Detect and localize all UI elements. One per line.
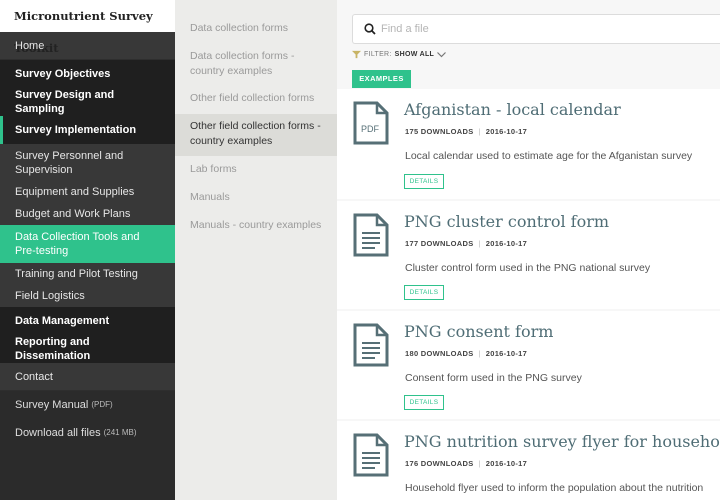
nav-sub-budget[interactable]: Budget and Work Plans xyxy=(0,203,175,225)
nav-survey-design[interactable]: Survey Design and Sampling xyxy=(0,88,175,116)
file-meta: 175 DOWNLOADS | 2016-10-17 xyxy=(405,127,528,136)
nav-reporting[interactable]: Reporting and Dissemination xyxy=(0,335,175,363)
download-all-label: Download all files xyxy=(15,427,101,439)
download-count: 177 DOWNLOADS xyxy=(405,239,474,248)
document-icon xyxy=(353,213,389,257)
file-title[interactable]: PNG nutrition survey flyer for household… xyxy=(404,432,720,451)
nav-sub-training[interactable]: Training and Pilot Testing xyxy=(0,263,175,285)
file-meta: 177 DOWNLOADS | 2016-10-17 xyxy=(405,239,528,248)
category-lab-forms[interactable]: Lab forms xyxy=(175,156,337,184)
category-nav: Data collection forms Data collection fo… xyxy=(175,0,337,500)
nav-sub-data-collection[interactable]: Data Collection Tools and Pre-testing xyxy=(0,225,175,263)
main-nav: Micronutrient Survey Toolkit Home Survey… xyxy=(0,0,175,500)
nav-sub-personnel[interactable]: Survey Personnel and Supervision xyxy=(0,144,175,181)
nav-survey-manual[interactable]: Survey Manual (PDF) xyxy=(0,391,175,419)
category-data-collection-forms[interactable]: Data collection forms xyxy=(175,16,337,44)
search-box[interactable]: Find a file xyxy=(352,14,720,44)
nav-survey-objectives[interactable]: Survey Objectives xyxy=(0,60,175,88)
filter-value: SHOW ALL xyxy=(394,51,435,58)
category-other-field-country[interactable]: Other field collection forms - country e… xyxy=(175,114,337,156)
survey-manual-label: Survey Manual xyxy=(15,399,89,411)
examples-tag: EXAMPLES xyxy=(352,70,411,88)
file-title[interactable]: PNG cluster control form xyxy=(404,212,609,231)
filter-label: FILTER: xyxy=(364,51,392,58)
details-button[interactable]: DETAILS xyxy=(404,174,444,189)
details-button[interactable]: DETAILS xyxy=(404,285,444,300)
filter-dropdown[interactable]: FILTER: SHOW ALL xyxy=(352,50,447,59)
download-count: 175 DOWNLOADS xyxy=(405,127,474,136)
search-placeholder: Find a file xyxy=(381,23,429,35)
funnel-icon xyxy=(352,50,361,59)
nav-survey-implementation[interactable]: Survey Implementation xyxy=(0,116,175,144)
download-all-note: (241 MB) xyxy=(103,428,137,437)
file-list-panel: Find a file FILTER: SHOW ALL EXAMPLES PD… xyxy=(337,0,720,500)
download-count: 180 DOWNLOADS xyxy=(405,349,474,358)
file-description: Consent form used in the PNG survey xyxy=(405,372,582,384)
nav-download-all[interactable]: Download all files (241 MB) xyxy=(0,419,175,447)
svg-text:PDF: PDF xyxy=(361,124,380,134)
category-data-collection-country[interactable]: Data collection forms - country examples xyxy=(175,44,337,86)
file-date: 2016-10-17 xyxy=(485,127,528,136)
file-meta: 180 DOWNLOADS | 2016-10-17 xyxy=(405,349,528,358)
document-icon xyxy=(353,433,389,477)
category-manuals-country[interactable]: Manuals - country examples xyxy=(175,212,337,254)
site-logo[interactable]: Micronutrient Survey Toolkit xyxy=(0,0,175,55)
survey-manual-note: (PDF) xyxy=(91,400,113,409)
file-card: PNG cluster control form 177 DOWNLOADS | 2… xyxy=(337,201,720,309)
file-date: 2016-10-17 xyxy=(485,239,528,248)
nav-sub-equipment[interactable]: Equipment and Supplies xyxy=(0,181,175,203)
file-card: PNG consent form 180 DOWNLOADS | 2016-10-1… xyxy=(337,311,720,419)
file-date: 2016-10-17 xyxy=(485,349,528,358)
file-date: 2016-10-17 xyxy=(485,459,528,468)
file-title[interactable]: Afganistan - local calendar xyxy=(404,100,621,119)
file-title[interactable]: PNG consent form xyxy=(404,322,553,341)
nav-data-management[interactable]: Data Management xyxy=(0,307,175,335)
file-meta: 176 DOWNLOADS | 2016-10-17 xyxy=(405,459,528,468)
file-description: Household flyer used to inform the popul… xyxy=(405,482,704,494)
download-count: 176 DOWNLOADS xyxy=(405,459,474,468)
file-description: Cluster control form used in the PNG nat… xyxy=(405,262,651,274)
category-manuals[interactable]: Manuals xyxy=(175,184,337,212)
file-card: PDF Afganistan - local calendar 175 DOWN… xyxy=(337,89,720,199)
chevron-down-icon xyxy=(437,51,447,57)
category-other-field-forms[interactable]: Other field collection forms xyxy=(175,86,337,114)
search-icon xyxy=(364,23,376,35)
file-description: Local calendar used to estimate age for … xyxy=(405,150,693,162)
document-icon xyxy=(353,323,389,367)
file-card: PNG nutrition survey flyer for household… xyxy=(337,421,720,500)
details-button[interactable]: DETAILS xyxy=(404,395,444,410)
nav-sub-logistics[interactable]: Field Logistics xyxy=(0,285,175,307)
nav-contact[interactable]: Contact xyxy=(0,363,175,391)
pdf-icon: PDF xyxy=(353,101,389,145)
